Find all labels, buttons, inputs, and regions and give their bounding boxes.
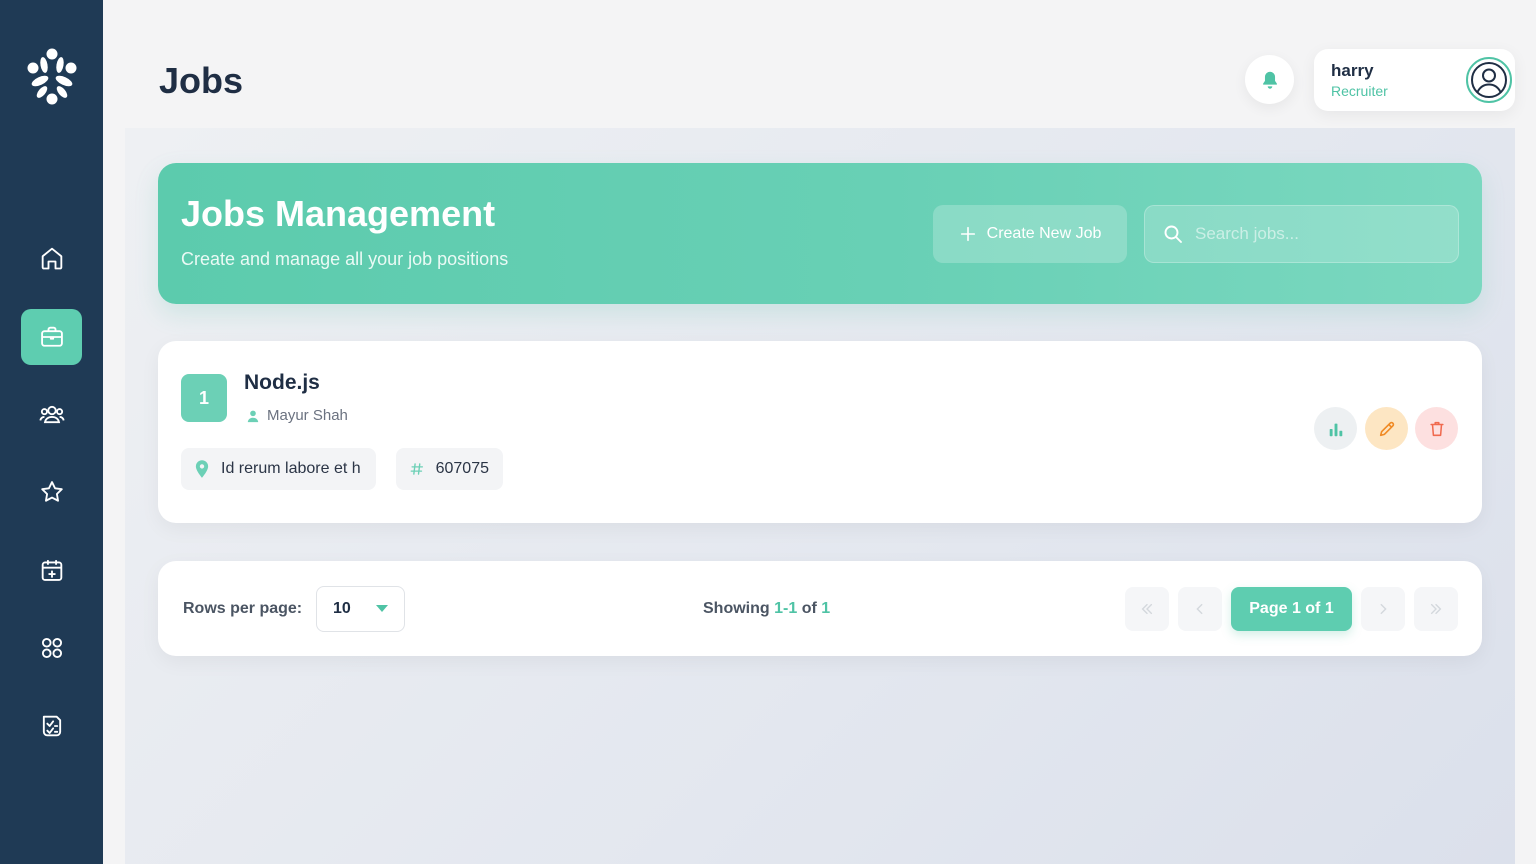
chevron-left-icon: [1196, 603, 1203, 615]
user-profile-card[interactable]: harry Recruiter: [1314, 49, 1515, 111]
first-page-button[interactable]: [1125, 587, 1169, 631]
briefcase-icon: [40, 326, 63, 347]
job-code: 607075: [435, 460, 489, 477]
sidebar-item-tasks[interactable]: [21, 698, 82, 754]
search-icon: [1164, 225, 1182, 243]
trash-icon: [1429, 421, 1444, 436]
showing-range: 1-1: [774, 600, 798, 617]
search-input[interactable]: [1195, 224, 1445, 244]
showing-total: 1: [821, 600, 831, 617]
showing-summary: Showing 1-1 of 1: [703, 600, 830, 618]
rows-per-page-value: 10: [333, 600, 351, 617]
user-name: harry: [1331, 61, 1374, 80]
star-icon: [40, 481, 63, 502]
sidebar-item-jobs[interactable]: [21, 309, 82, 365]
sidebar: [0, 0, 103, 864]
double-chevron-right-icon: [1430, 603, 1442, 615]
current-page-indicator[interactable]: Page 1 of 1: [1231, 587, 1352, 631]
hash-icon: [410, 463, 424, 475]
showing-prefix: Showing: [703, 600, 770, 617]
create-new-job-button[interactable]: Create New Job: [933, 205, 1127, 263]
job-owner-name: Mayur Shah: [267, 407, 348, 424]
calendar-plus-icon: [41, 560, 62, 581]
job-location: Id rerum labore et h: [221, 460, 361, 477]
pencil-icon: [1379, 421, 1394, 436]
sidebar-item-apps[interactable]: [21, 620, 82, 676]
chevron-right-icon: [1380, 603, 1387, 615]
jobs-management-banner: Jobs Management Create and manage all yo…: [158, 163, 1482, 304]
job-edit-button[interactable]: [1365, 407, 1408, 450]
double-chevron-left-icon: [1141, 603, 1153, 615]
user-role: Recruiter: [1331, 83, 1388, 99]
last-page-button[interactable]: [1414, 587, 1458, 631]
job-owner: Mayur Shah: [246, 407, 348, 424]
map-pin-icon: [195, 460, 209, 478]
sidebar-item-favorites[interactable]: [21, 464, 82, 520]
rows-per-page-label: Rows per page:: [183, 600, 303, 617]
chevron-down-icon: [376, 605, 388, 612]
job-card[interactable]: 1 Node.js Mayur Shah Id rerum labore et …: [158, 341, 1482, 523]
bell-icon: [1262, 71, 1277, 89]
checklist-icon: [42, 715, 61, 737]
notification-button[interactable]: [1245, 55, 1294, 104]
person-icon: [247, 410, 259, 422]
home-icon: [41, 247, 62, 270]
sidebar-item-home[interactable]: [21, 230, 82, 286]
banner-subtitle: Create and manage all your job positions: [181, 249, 509, 269]
page-title: Jobs: [159, 60, 244, 101]
job-title[interactable]: Node.js: [244, 371, 320, 395]
job-stats-button[interactable]: [1314, 407, 1357, 450]
create-new-job-label: Create New Job: [986, 225, 1102, 242]
grid-icon: [41, 637, 62, 659]
showing-of: of: [801, 600, 817, 617]
job-index-badge: 1: [181, 374, 227, 422]
plus-icon: [960, 226, 975, 242]
rows-per-page-select[interactable]: 10: [316, 586, 405, 632]
next-page-button[interactable]: [1361, 587, 1405, 631]
users-icon: [38, 405, 65, 424]
sidebar-item-calendar[interactable]: [21, 542, 82, 598]
flower-logo[interactable]: [20, 44, 84, 108]
avatar[interactable]: [1466, 57, 1512, 103]
pagination-bar: Rows per page: 10 Showing 1-1 of 1 Page …: [158, 561, 1482, 656]
job-delete-button[interactable]: [1415, 407, 1458, 450]
banner-title: Jobs Management: [181, 193, 496, 234]
sidebar-item-users[interactable]: [21, 386, 82, 442]
previous-page-button[interactable]: [1178, 587, 1222, 631]
user-circle-icon: [1471, 62, 1507, 98]
job-code-tag: 607075: [396, 448, 503, 490]
job-location-tag: Id rerum labore et h: [181, 448, 376, 490]
chart-icon: [1329, 423, 1342, 436]
search-box[interactable]: [1144, 205, 1459, 263]
